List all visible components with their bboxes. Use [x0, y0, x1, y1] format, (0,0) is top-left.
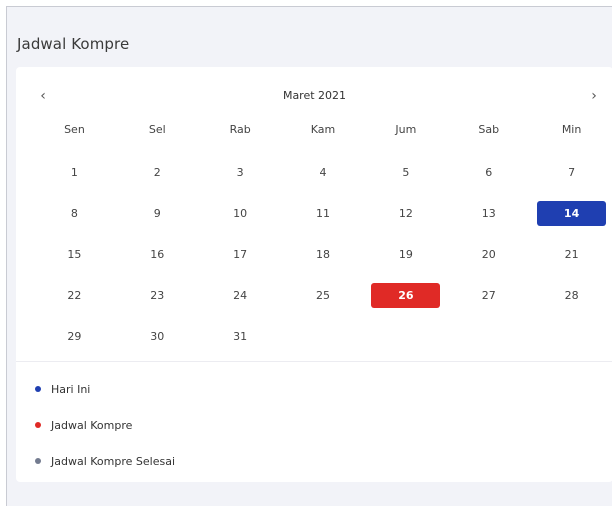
calendar-day-16[interactable]: 16: [123, 242, 192, 267]
legend: Hari Ini Jadwal Kompre Jadwal Kompre Sel…: [33, 381, 175, 489]
legend-label: Hari Ini: [51, 382, 91, 396]
calendar-day-5[interactable]: 5: [371, 160, 440, 185]
calendar-day-27[interactable]: 27: [454, 283, 523, 308]
calendar-panel: ‹ Maret 2021 › Sen Sel Rab Kam Jum Sab M…: [16, 67, 612, 482]
calendar-day-29[interactable]: 29: [40, 324, 109, 349]
weekday-label: Sen: [64, 123, 85, 136]
calendar-week-row: 8 9 10 11 12 13 14: [33, 201, 612, 226]
calendar-day-24[interactable]: 24: [206, 283, 275, 308]
calendar-empty-cell: [537, 324, 606, 349]
card-title: Jadwal Kompre: [17, 35, 130, 53]
calendar-day-6[interactable]: 6: [454, 160, 523, 185]
weekday-label: Kam: [310, 123, 336, 136]
legend-item-jadwal-kompre: Jadwal Kompre: [33, 417, 175, 433]
calendar-day-20[interactable]: 20: [454, 242, 523, 267]
calendar-day-31[interactable]: 31: [206, 324, 275, 349]
calendar-day-26[interactable]: 26: [371, 283, 441, 308]
calendar-day-30[interactable]: 30: [123, 324, 192, 349]
calendar-day-21[interactable]: 21: [537, 242, 606, 267]
legend-label: Jadwal Kompre Selesai: [51, 454, 175, 468]
calendar-day-4[interactable]: 4: [289, 160, 358, 185]
calendar-week-row: 22 23 24 25 26 27 28: [33, 283, 612, 308]
calendar-day-25[interactable]: 25: [289, 283, 358, 308]
calendar-day-11[interactable]: 11: [289, 201, 358, 226]
calendar-day-22[interactable]: 22: [40, 283, 109, 308]
calendar-week-row: 15 16 17 18 19 20 21: [33, 242, 612, 267]
red-dot-icon: [35, 422, 41, 428]
calendar-day-9[interactable]: 9: [123, 201, 192, 226]
calendar-day-2[interactable]: 2: [123, 160, 192, 185]
weekday-label: Jum: [395, 123, 417, 136]
legend-label: Jadwal Kompre: [51, 418, 133, 432]
calendar-day-14[interactable]: 14: [537, 201, 607, 226]
calendar-day-23[interactable]: 23: [123, 283, 192, 308]
legend-item-jadwal-kompre-selesai: Jadwal Kompre Selesai: [33, 453, 175, 469]
calendar-day-15[interactable]: 15: [40, 242, 109, 267]
jadwal-kompre-card: Jadwal Kompre ‹ Maret 2021 › Sen Sel Rab…: [6, 6, 612, 506]
gray-dot-icon: [35, 458, 41, 464]
calendar-day-13[interactable]: 13: [454, 201, 523, 226]
next-month-icon[interactable]: ›: [584, 87, 604, 107]
calendar-week-row: 1234567: [33, 160, 612, 185]
calendar-day-7[interactable]: 7: [537, 160, 606, 185]
calendar-day-19[interactable]: 19: [371, 242, 440, 267]
legend-item-hari-ini: Hari Ini: [33, 381, 175, 397]
calendar-day-17[interactable]: 17: [206, 242, 275, 267]
calendar-empty-cell: [371, 324, 440, 349]
calendar-day-18[interactable]: 18: [289, 242, 358, 267]
calendar-day-3[interactable]: 3: [206, 160, 275, 185]
calendar-day-10[interactable]: 10: [206, 201, 275, 226]
calendar-day-12[interactable]: 12: [371, 201, 440, 226]
calendar-day-8[interactable]: 8: [40, 201, 109, 226]
divider: [16, 361, 612, 362]
calendar-day-1[interactable]: 1: [40, 160, 109, 185]
month-title: Maret 2021: [282, 89, 347, 102]
weekday-header: Sen Sel Rab Kam Jum Sab Min: [33, 123, 612, 136]
calendar-week-row: 29 30 31: [33, 324, 612, 349]
weekday-label: Sel: [148, 123, 166, 136]
weekday-label: Rab: [229, 123, 251, 136]
blue-dot-icon: [35, 386, 41, 392]
calendar-empty-cell: [454, 324, 523, 349]
weekday-label: Sab: [478, 123, 500, 136]
calendar-day-28[interactable]: 28: [537, 283, 606, 308]
weekday-label: Min: [561, 123, 582, 136]
calendar-empty-cell: [289, 324, 358, 349]
